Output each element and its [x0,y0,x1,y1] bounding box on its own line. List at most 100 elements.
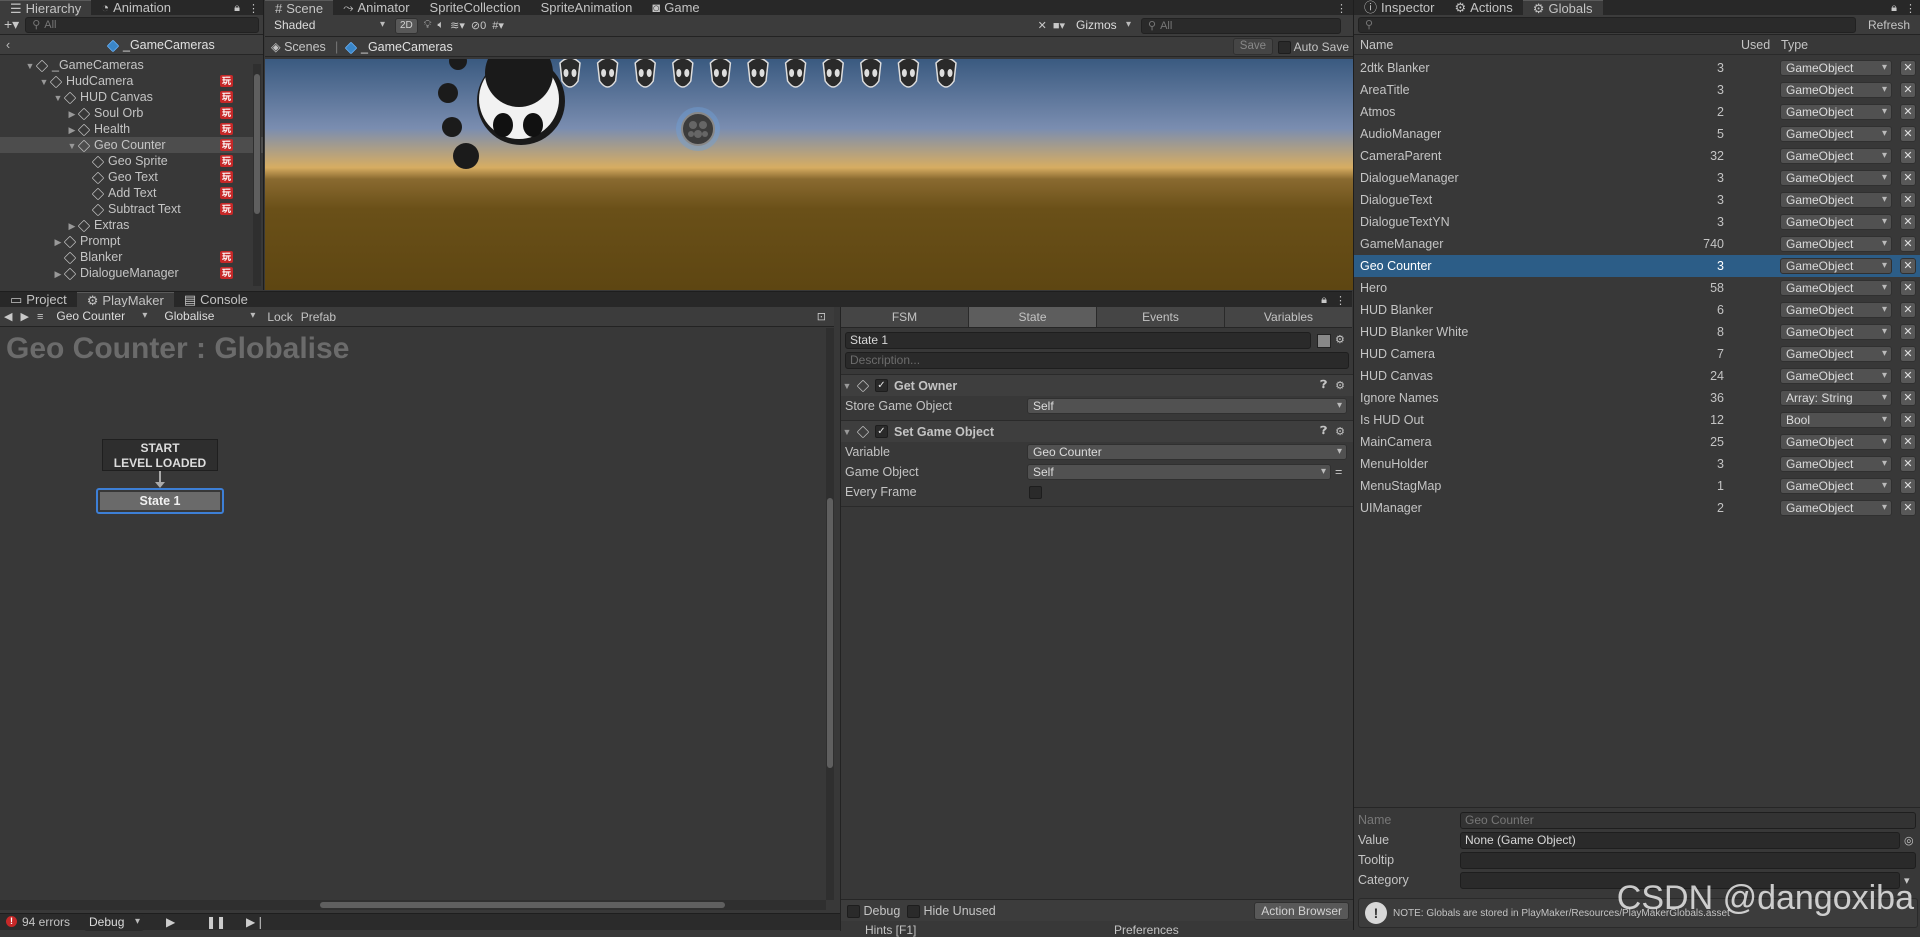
global-variable-row[interactable]: Hero 58 GameObject ✕ [1354,277,1920,299]
hidden-objects-icon[interactable]: ⊘0 [471,19,486,32]
delete-variable-button[interactable]: ✕ [1900,456,1916,472]
expanded-arrow-icon[interactable]: ▼ [38,74,50,90]
global-type-dropdown[interactable]: GameObject [1780,258,1892,274]
playmaker-fsm-icon[interactable]: 玩 [220,75,233,87]
delete-variable-button[interactable]: ✕ [1900,126,1916,142]
expanded-arrow-icon[interactable]: ▼ [841,427,853,437]
delete-variable-button[interactable]: ✕ [1900,478,1916,494]
2d-toggle-button[interactable]: 2D [395,17,418,34]
fsm-target-dropdown[interactable]: Geo Counter [51,308,152,325]
global-variable-row[interactable]: HUD Blanker 6 GameObject ✕ [1354,299,1920,321]
fsm-name-dropdown[interactable]: Globalise [159,308,260,325]
playmaker-fsm-icon[interactable]: 玩 [220,203,233,215]
global-variable-row[interactable]: DialogueManager 3 GameObject ✕ [1354,167,1920,189]
hierarchy-item[interactable]: ▶ Prompt [0,233,263,249]
save-button[interactable]: Save [1232,38,1273,55]
global-variable-row[interactable]: MenuHolder 3 GameObject ✕ [1354,453,1920,475]
global-variable-row[interactable]: Is HUD Out 12 Bool ✕ [1354,409,1920,431]
lock-icon[interactable]: 🔒︎ [1891,2,1897,15]
camera-icon[interactable]: ■▾ [1053,19,1065,32]
global-variable-row[interactable]: AreaTitle 3 GameObject ✕ [1354,79,1920,101]
global-variable-row[interactable]: MainCamera 25 GameObject ✕ [1354,431,1920,453]
scroll-thumb[interactable] [827,498,833,768]
back-arrow-icon[interactable]: ‹ [6,35,10,55]
debug-mode-dropdown[interactable]: Debug [84,915,144,931]
hierarchy-item[interactable]: Subtract Text 玩 [0,201,263,217]
global-variable-row[interactable]: MenuStagMap 1 GameObject ✕ [1354,475,1920,497]
global-variable-row[interactable]: GameManager 740 GameObject ✕ [1354,233,1920,255]
delete-variable-button[interactable]: ✕ [1900,258,1916,274]
tab-spritecollection[interactable]: SpriteCollection [420,0,531,15]
scene-viewport[interactable] [265,59,1353,290]
fsm-graph-canvas[interactable]: Geo Counter : Globalise START LEVEL LOAD… [0,328,826,900]
col-used[interactable]: Used [1741,35,1770,55]
global-type-dropdown[interactable]: GameObject [1780,346,1892,362]
preferences-button[interactable]: Preferences [1114,923,1179,937]
global-type-dropdown[interactable]: GameObject [1780,104,1892,120]
debug-toggle[interactable]: Debug [847,904,900,919]
back-arrow-icon[interactable]: ◀ [4,310,12,323]
description-input[interactable]: Description... [845,352,1349,369]
global-type-dropdown[interactable]: GameObject [1780,60,1892,76]
tab-animator[interactable]: ⤳ Animator [333,0,419,15]
global-type-dropdown[interactable]: GameObject [1780,236,1892,252]
property-dropdown[interactable]: Self [1027,398,1347,414]
pause-icon[interactable]: ❚❚ [206,914,226,930]
hierarchy-search-input[interactable]: ⚲ All [25,16,259,33]
lock-icon[interactable]: 🔒︎ [1321,294,1327,307]
playmaker-fsm-icon[interactable]: 玩 [220,139,233,151]
playmaker-fsm-icon[interactable]: 玩 [220,123,233,135]
playmaker-fsm-icon[interactable]: 玩 [220,171,233,183]
start-event-box[interactable]: START LEVEL LOADED [102,439,218,471]
global-type-dropdown[interactable]: Bool [1780,412,1892,428]
playmaker-fsm-icon[interactable]: 玩 [220,251,233,263]
delete-variable-button[interactable]: ✕ [1900,60,1916,76]
action-browser-button[interactable]: Action Browser [1254,902,1349,920]
kebab-menu-icon[interactable]: ⋮ [1905,2,1916,15]
menu-icon[interactable]: ≡ [37,311,43,323]
breadcrumb-prefab[interactable]: _GameCameras [344,37,453,57]
global-variable-row[interactable]: HUD Canvas 24 GameObject ✕ [1354,365,1920,387]
global-type-dropdown[interactable]: GameObject [1780,280,1892,296]
delete-variable-button[interactable]: ✕ [1900,368,1916,384]
playmaker-fsm-icon[interactable]: 玩 [220,187,233,199]
help-icon[interactable]: ❓︎ [1320,425,1327,438]
tab-hierarchy[interactable]: ☰ Hierarchy [0,0,92,16]
detail-tooltip-input[interactable] [1460,851,1916,869]
global-type-dropdown[interactable]: GameObject [1780,126,1892,142]
expanded-arrow-icon[interactable]: ▼ [66,138,78,154]
globals-search-input[interactable]: ⚲ [1358,16,1856,33]
variable-toggle-icon[interactable]: = [1335,465,1342,479]
collapsed-arrow-icon[interactable]: ▶ [66,122,78,138]
global-variable-row[interactable]: HUD Blanker White 8 GameObject ✕ [1354,321,1920,343]
kebab-menu-icon[interactable]: ⋮ [248,2,259,15]
autosave-toggle[interactable]: Auto Save [1277,37,1349,57]
autosave-checkbox[interactable] [1277,41,1291,55]
kebab-menu-icon[interactable]: ⋮ [1335,294,1346,307]
error-count[interactable]: 94 errors [22,914,70,930]
global-variable-row[interactable]: AudioManager 5 GameObject ✕ [1354,123,1920,145]
hierarchy-item[interactable]: ▶ Soul Orb 玩 [0,105,263,121]
global-type-dropdown[interactable]: Array: String [1780,390,1892,406]
global-type-dropdown[interactable]: GameObject [1780,478,1892,494]
scene-search-input[interactable]: ⚲ All [1141,17,1341,34]
refresh-button[interactable]: Refresh [1862,18,1916,32]
delete-variable-button[interactable]: ✕ [1900,170,1916,186]
playmaker-fsm-icon[interactable]: 玩 [220,107,233,119]
tools-icon[interactable]: ✕ [1038,19,1047,32]
detail-value-field[interactable]: None (Game Object) [1460,831,1900,849]
graph-hscrollbar[interactable] [0,900,826,910]
lock-icon[interactable]: 🔒︎ [234,2,240,15]
delete-variable-button[interactable]: ✕ [1900,324,1916,340]
global-variable-row[interactable]: HUD Camera 7 GameObject ✕ [1354,343,1920,365]
tab-fsm[interactable]: FSM [841,307,969,327]
tab-actions[interactable]: ⚙ Actions [1445,0,1523,15]
detail-name-input[interactable]: Geo Counter [1460,811,1916,829]
state-name-input[interactable]: State 1 [845,332,1311,349]
hierarchy-item[interactable]: ▼ Geo Counter 玩 [0,137,263,153]
global-type-dropdown[interactable]: GameObject [1780,148,1892,164]
delete-variable-button[interactable]: ✕ [1900,82,1916,98]
breadcrumb-scenes[interactable]: ◈ Scenes [271,37,326,57]
global-type-dropdown[interactable]: GameObject [1780,214,1892,230]
settings-gear-icon[interactable]: ⚙ [1335,333,1345,346]
